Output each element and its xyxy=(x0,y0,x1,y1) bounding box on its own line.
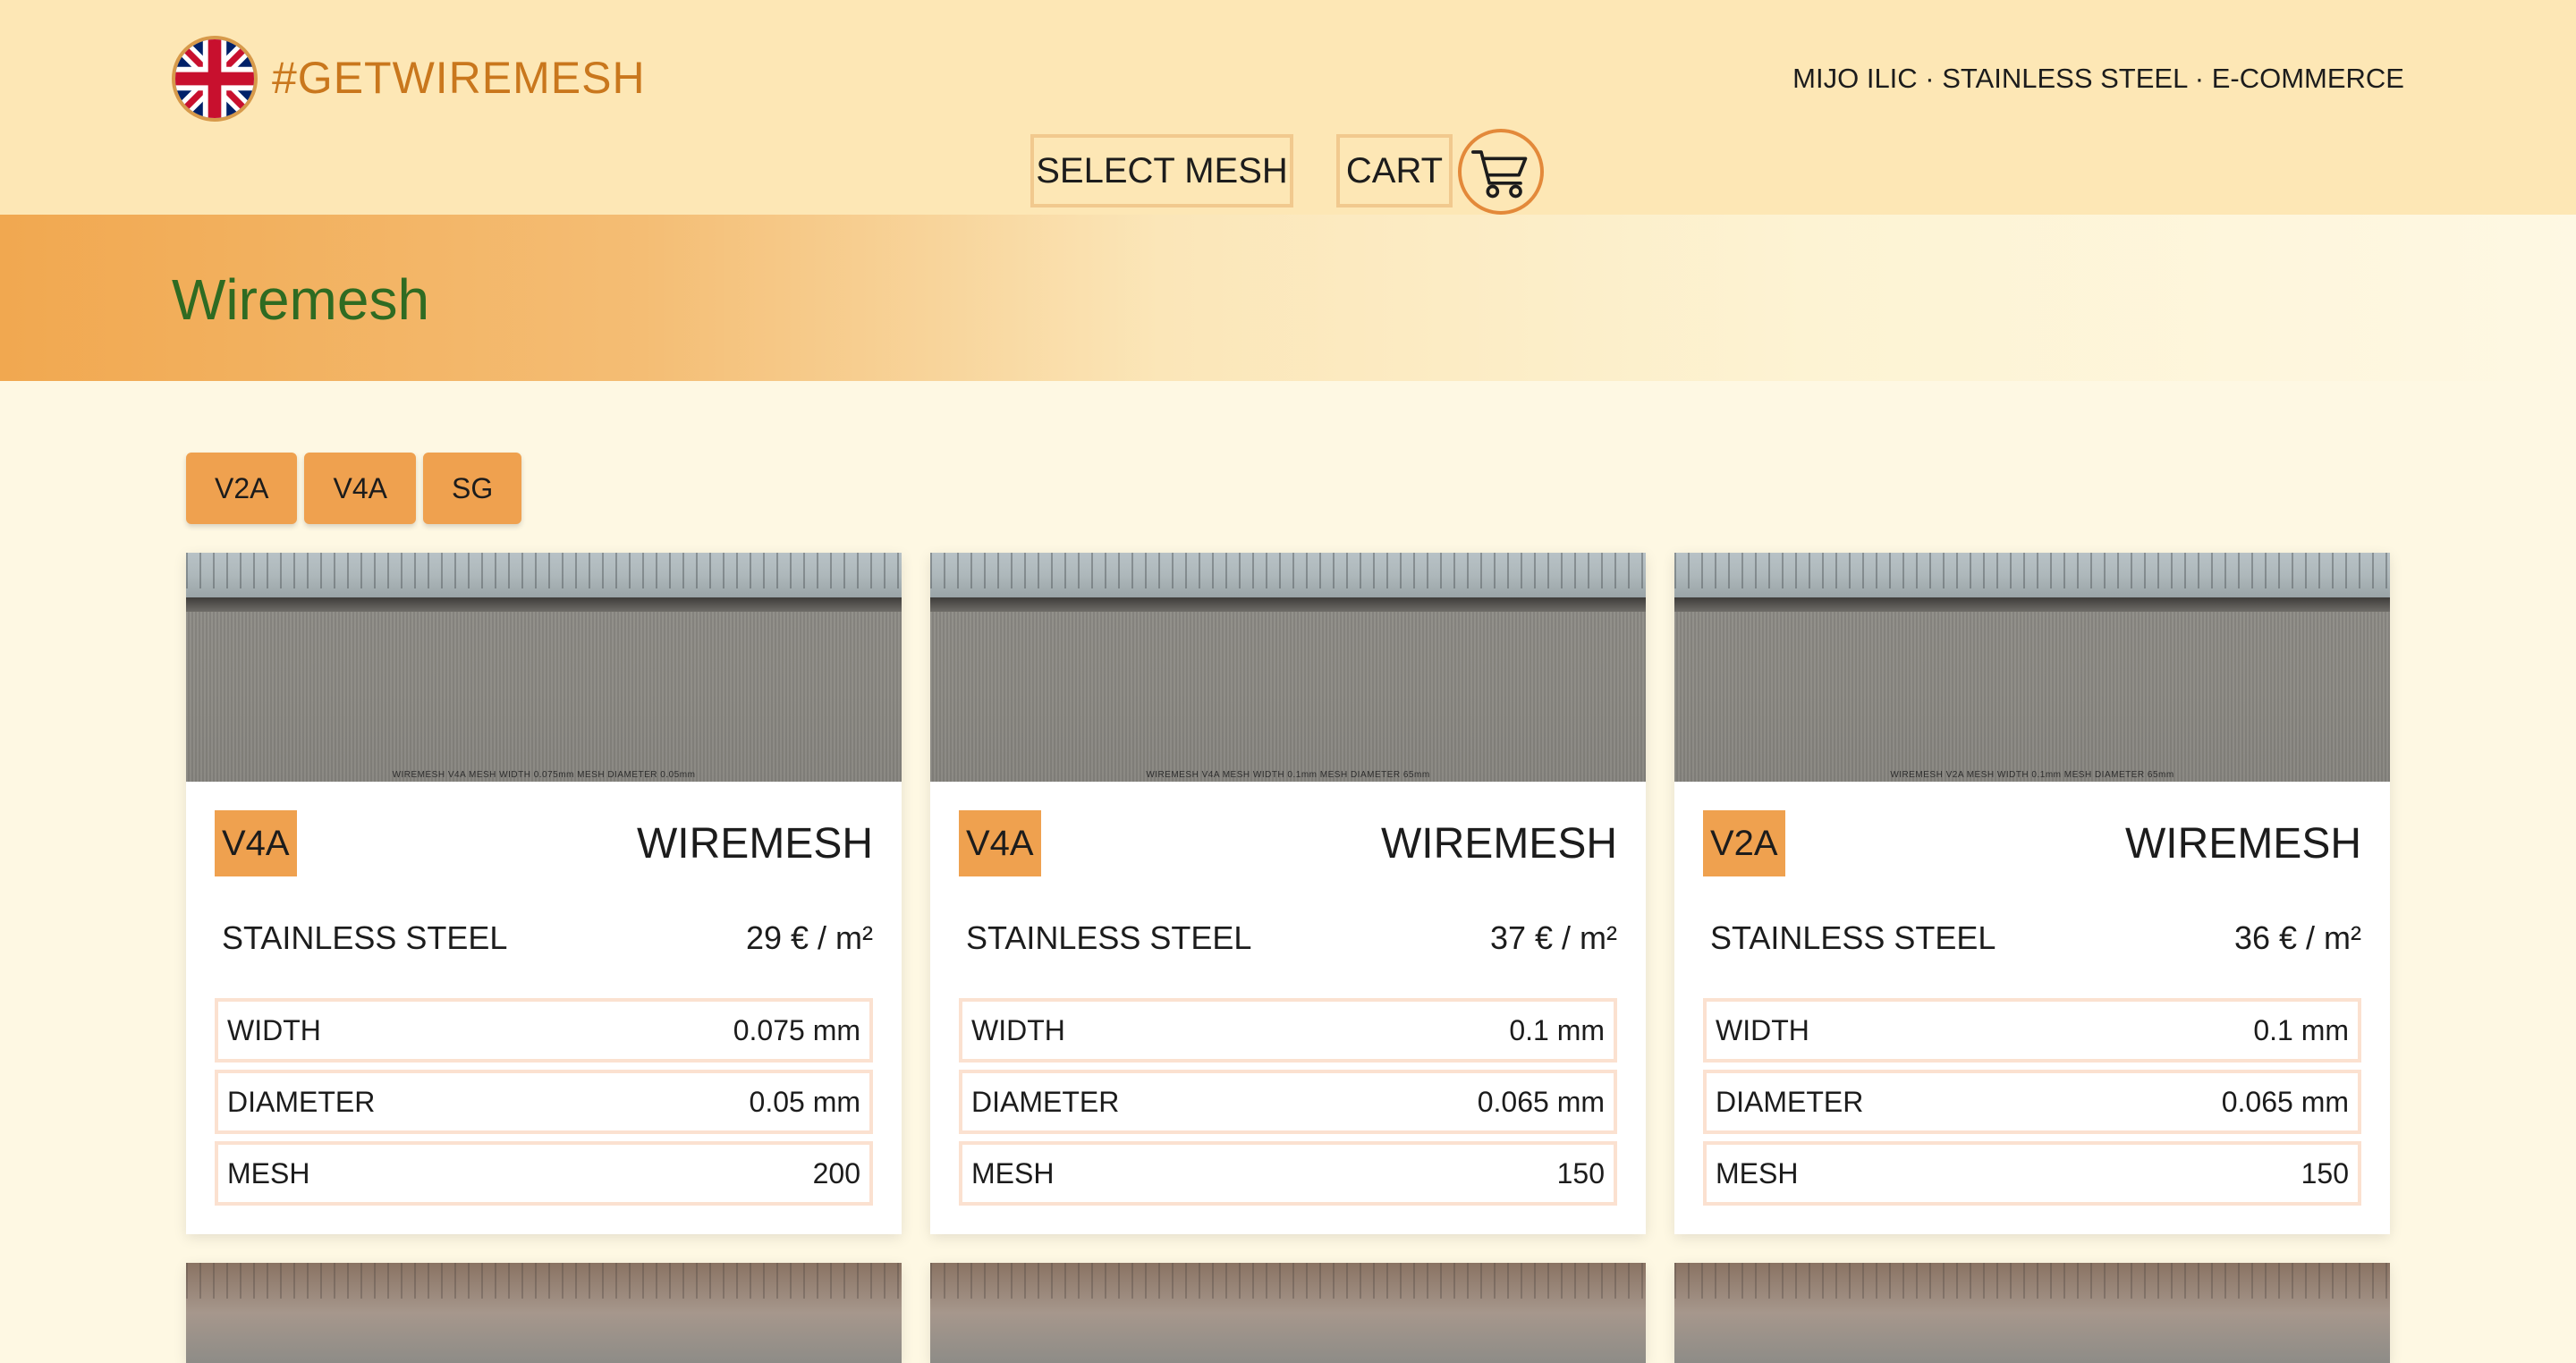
page-title: Wiremesh xyxy=(172,267,430,332)
spec-row-mesh: MESH 150 xyxy=(1703,1141,2361,1206)
product-kind: WIREMESH xyxy=(2125,820,2361,868)
cart-button[interactable]: CART xyxy=(1336,134,1453,207)
spec-label: DIAMETER xyxy=(227,1085,376,1118)
product-card[interactable]: WIREMESH V4A MESH WIDTH 0.1mm MESH DIAME… xyxy=(930,553,1646,1234)
header-tagline: MIJO ILIC · STAINLESS STEEL · E-COMMERCE xyxy=(1792,63,2404,94)
spec-label: MESH xyxy=(227,1156,310,1189)
product-price: 36 € / m² xyxy=(2233,919,2361,956)
select-mesh-button[interactable]: SELECT MESH xyxy=(1030,134,1293,207)
spec-label: WIDTH xyxy=(971,1013,1065,1046)
spec-row-width: WIDTH 0.1 mm xyxy=(1703,998,2361,1062)
product-card[interactable] xyxy=(1674,1263,2390,1363)
spec-value: 0.1 mm xyxy=(1509,1013,1605,1046)
filter-sg-button[interactable]: SG xyxy=(422,453,522,524)
grade-badge: V2A xyxy=(1703,810,1785,876)
spec-label: MESH xyxy=(971,1156,1055,1189)
image-caption: WIREMESH V4A MESH WIDTH 0.075mm MESH DIA… xyxy=(392,770,696,780)
product-image[interactable]: WIREMESH V4A MESH WIDTH 0.1mm MESH DIAME… xyxy=(930,553,1646,782)
filter-v2a-button[interactable]: V2A xyxy=(186,453,298,524)
spec-value: 0.065 mm xyxy=(1477,1085,1605,1118)
spec-value: 150 xyxy=(2301,1156,2349,1189)
spec-label: DIAMETER xyxy=(971,1085,1120,1118)
product-material: STAINLESS STEEL xyxy=(1710,919,1996,956)
filter-v4a-button[interactable]: V4A xyxy=(304,453,416,524)
spec-value: 200 xyxy=(812,1156,860,1189)
product-material: STAINLESS STEEL xyxy=(222,919,508,956)
spec-row-mesh: MESH 200 xyxy=(215,1141,873,1206)
product-price: 29 € / m² xyxy=(745,919,873,956)
product-card[interactable] xyxy=(930,1263,1646,1363)
spec-label: WIDTH xyxy=(227,1013,321,1046)
site-header: #GETWIREMESH MIJO ILIC · STAINLESS STEEL… xyxy=(0,0,2576,215)
grade-filter-bar: V2A V4A SG xyxy=(186,453,522,524)
product-kind: WIREMESH xyxy=(637,820,873,868)
spec-label: WIDTH xyxy=(1716,1013,1809,1046)
spec-value: 0.065 mm xyxy=(2221,1085,2349,1118)
grade-badge: V4A xyxy=(215,810,297,876)
product-card[interactable]: WIREMESH V4A MESH WIDTH 0.075mm MESH DIA… xyxy=(186,553,902,1234)
spec-label: DIAMETER xyxy=(1716,1085,1864,1118)
spec-label: MESH xyxy=(1716,1156,1799,1189)
product-price: 37 € / m² xyxy=(1489,919,1617,956)
shopping-cart-icon[interactable] xyxy=(1458,129,1544,215)
image-caption: WIREMESH V4A MESH WIDTH 0.1mm MESH DIAME… xyxy=(1146,770,1430,780)
spec-row-width: WIDTH 0.075 mm xyxy=(215,998,873,1062)
product-material: STAINLESS STEEL xyxy=(966,919,1252,956)
product-card[interactable]: WIREMESH V2A MESH WIDTH 0.1mm MESH DIAME… xyxy=(1674,553,2390,1234)
spec-value: 0.1 mm xyxy=(2253,1013,2349,1046)
brand-link[interactable]: #GETWIREMESH xyxy=(272,52,646,104)
hero-banner: Wiremesh xyxy=(0,215,2576,381)
spec-value: 0.075 mm xyxy=(733,1013,860,1046)
product-image[interactable]: WIREMESH V2A MESH WIDTH 0.1mm MESH DIAME… xyxy=(1674,553,2390,782)
spec-row-width: WIDTH 0.1 mm xyxy=(959,998,1617,1062)
spec-row-diameter: DIAMETER 0.065 mm xyxy=(959,1070,1617,1134)
spec-value: 0.05 mm xyxy=(749,1085,860,1118)
product-image[interactable]: WIREMESH V4A MESH WIDTH 0.075mm MESH DIA… xyxy=(186,553,902,782)
product-kind: WIREMESH xyxy=(1381,820,1617,868)
image-caption: WIREMESH V2A MESH WIDTH 0.1mm MESH DIAME… xyxy=(1890,770,2174,780)
spec-row-diameter: DIAMETER 0.05 mm xyxy=(215,1070,873,1134)
product-card[interactable] xyxy=(186,1263,902,1363)
spec-row-mesh: MESH 150 xyxy=(959,1141,1617,1206)
grade-badge: V4A xyxy=(959,810,1041,876)
spec-value: 150 xyxy=(1556,1156,1605,1189)
uk-flag-icon[interactable] xyxy=(172,36,258,122)
spec-row-diameter: DIAMETER 0.065 mm xyxy=(1703,1070,2361,1134)
